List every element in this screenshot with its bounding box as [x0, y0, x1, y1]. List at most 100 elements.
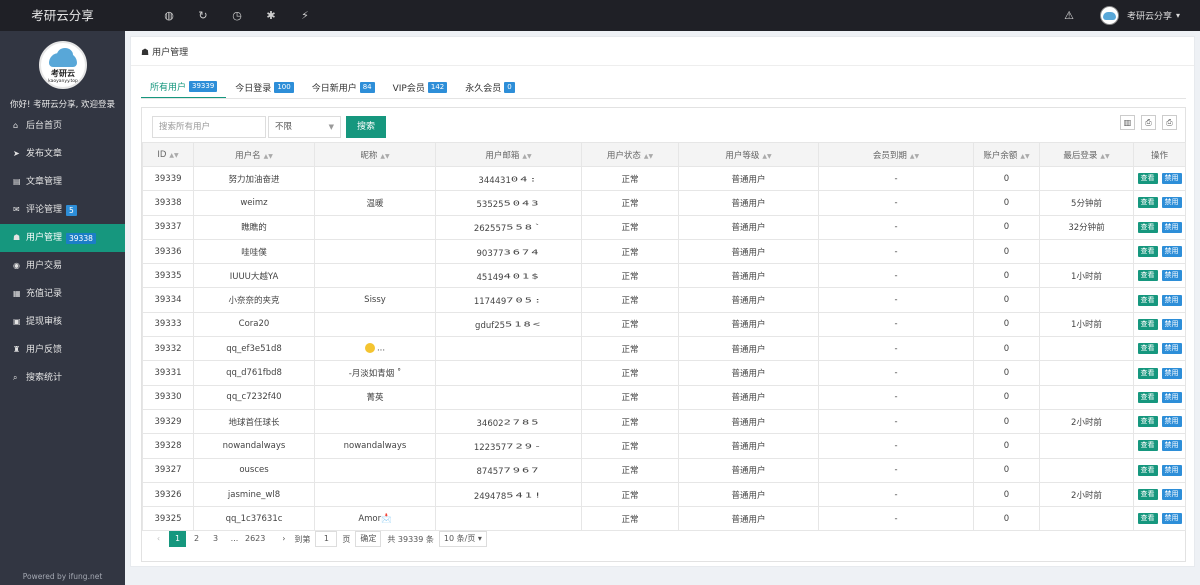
- table-row: 39329 地球首任球长 346022785 正常 普通用户 - 0 2小时前 查看 禁用: [142, 408, 1186, 435]
- page-1[interactable]: 1: [169, 531, 186, 547]
- view-button[interactable]: 查看: [1137, 391, 1158, 403]
- view-button[interactable]: 查看: [1137, 318, 1158, 330]
- sort-icon[interactable]: ▲▼: [910, 153, 919, 160]
- column-header[interactable]: 操作: [1133, 142, 1186, 167]
- view-button[interactable]: 查看: [1137, 489, 1158, 500]
- view-button[interactable]: 查看: [1137, 197, 1158, 209]
- sort-icon[interactable]: ▲▼: [1020, 153, 1029, 160]
- main-panel: ☗ 用户管理 所有用户 39339 今日登录 100 今日新用户 84 VIP会员 142 永久会…: [130, 36, 1195, 567]
- view-button[interactable]: 查看: [1137, 343, 1158, 355]
- view-button[interactable]: 查看: [1137, 246, 1158, 258]
- view-button[interactable]: 查看: [1137, 416, 1158, 428]
- ban-button[interactable]: 禁用: [1161, 489, 1182, 500]
- sidebar-item-2[interactable]: ▤ 文章管理: [0, 168, 125, 196]
- sidebar-item-1[interactable]: ➤ 发布文章: [0, 140, 125, 168]
- tab-1[interactable]: 今日登录 100: [226, 75, 302, 99]
- sort-icon[interactable]: ▲▼: [380, 153, 389, 160]
- globe-icon[interactable]: ◍: [152, 0, 186, 31]
- view-button[interactable]: 查看: [1137, 440, 1158, 452]
- tab-0[interactable]: 所有用户 39339: [141, 75, 227, 99]
- column-header[interactable]: 昵称 ▲▼: [314, 142, 436, 167]
- ban-button[interactable]: 禁用: [1161, 343, 1182, 355]
- cell-text: 普通用户: [731, 320, 766, 331]
- columns-icon[interactable]: ▥: [1120, 115, 1135, 130]
- sort-icon[interactable]: ▲▼: [264, 153, 273, 160]
- sidebar-item-4[interactable]: ☗ 用户管理 39338: [0, 224, 125, 252]
- sidebar-item-7[interactable]: ▣ 提现审核: [0, 308, 125, 336]
- goto-page-input[interactable]: 1: [315, 531, 338, 547]
- sidebar-item-9[interactable]: ⌕ 搜索统计: [0, 364, 125, 392]
- column-header[interactable]: 用户状态 ▲▼: [581, 142, 679, 167]
- filter-select[interactable]: 不限 ▼: [268, 116, 341, 138]
- view-button[interactable]: 查看: [1137, 221, 1158, 233]
- search-input[interactable]: 搜索所有用户: [152, 116, 266, 138]
- cell-text: -: [894, 270, 898, 281]
- column-header[interactable]: 最后登录 ▲▼: [1039, 142, 1134, 167]
- prev-page-button[interactable]: ‹: [150, 531, 167, 547]
- ban-button[interactable]: 禁用: [1161, 367, 1182, 379]
- powered-by[interactable]: Powered by ifung.net: [0, 572, 125, 581]
- column-header[interactable]: 账户余额 ▲▼: [973, 142, 1040, 167]
- search-button[interactable]: 搜索: [346, 116, 386, 138]
- ban-button[interactable]: 禁用: [1161, 440, 1182, 452]
- sidebar-item-5[interactable]: ◉ 用户交易: [0, 252, 125, 280]
- export-icon[interactable]: ⎙: [1141, 115, 1156, 130]
- column-header[interactable]: 用户邮箱 ▲▼: [435, 142, 582, 167]
- column-header[interactable]: 会员到期 ▲▼: [818, 142, 974, 167]
- sort-icon[interactable]: ▲▼: [169, 152, 178, 159]
- page-size-select[interactable]: 10 条/页 ▾: [438, 531, 487, 547]
- next-page-button[interactable]: ›: [275, 531, 292, 547]
- view-button[interactable]: 查看: [1137, 367, 1158, 379]
- ban-button[interactable]: 禁用: [1161, 416, 1182, 428]
- sidebar-item-3[interactable]: ✉ 评论管理 5: [0, 196, 125, 224]
- user-menu[interactable]: ⚠ 考研云分享 ▾: [1064, 0, 1180, 31]
- brand-title[interactable]: 考研云分享: [0, 0, 125, 31]
- tab-4[interactable]: 永久会员 0: [456, 75, 523, 99]
- settings-icon[interactable]: ✱: [254, 0, 288, 31]
- ban-button[interactable]: 禁用: [1161, 246, 1182, 258]
- sort-icon[interactable]: ▲▼: [762, 153, 771, 160]
- column-header[interactable]: ID ▲▼: [142, 142, 194, 167]
- column-header[interactable]: 用户名 ▲▼: [193, 142, 315, 167]
- view-button[interactable]: 查看: [1137, 173, 1158, 185]
- sidebar-item-6[interactable]: ▦ 充值记录: [0, 280, 125, 308]
- ban-button[interactable]: 禁用: [1161, 294, 1182, 306]
- view-button[interactable]: 查看: [1137, 464, 1158, 476]
- ban-button[interactable]: 禁用: [1161, 464, 1182, 476]
- cell-text: 正常: [621, 393, 639, 404]
- ban-button[interactable]: 禁用: [1161, 318, 1182, 330]
- view-button[interactable]: 查看: [1137, 270, 1158, 282]
- cell-username: 哇哇僕: [193, 238, 315, 265]
- warning-icon[interactable]: ⚠: [1064, 9, 1074, 22]
- refresh-icon[interactable]: ↻: [186, 0, 220, 31]
- confirm-button[interactable]: 确定: [355, 531, 382, 547]
- page-3[interactable]: 3: [207, 531, 224, 547]
- cell-username: IUUU大越YA: [193, 263, 315, 289]
- plug-icon[interactable]: ⚡: [288, 0, 322, 31]
- cell-text: 0: [1003, 465, 1010, 476]
- tab-3[interactable]: VIP会员 142: [384, 75, 457, 99]
- chevron-down-icon[interactable]: ▾: [1176, 11, 1180, 20]
- column-header[interactable]: 用户等级 ▲▼: [678, 142, 819, 167]
- ban-button[interactable]: 禁用: [1161, 173, 1182, 185]
- view-button[interactable]: 查看: [1137, 513, 1158, 525]
- dashboard-icon[interactable]: ◷: [220, 0, 254, 31]
- sidebar-item-8[interactable]: ♜ 用户反馈: [0, 336, 125, 364]
- view-button[interactable]: 查看: [1137, 294, 1158, 306]
- print-icon[interactable]: ⎙: [1162, 115, 1177, 130]
- user-name[interactable]: 考研云分享: [1127, 9, 1172, 22]
- ban-button[interactable]: 禁用: [1161, 391, 1182, 403]
- sort-icon[interactable]: ▲▼: [1100, 153, 1109, 160]
- ban-button[interactable]: 禁用: [1161, 513, 1182, 525]
- ban-button[interactable]: 禁用: [1161, 270, 1182, 282]
- page-last[interactable]: 2623: [245, 531, 265, 547]
- ban-button[interactable]: 禁用: [1161, 197, 1182, 209]
- tab-2[interactable]: 今日新用户 84: [303, 75, 384, 99]
- sort-icon[interactable]: ▲▼: [644, 153, 653, 160]
- avatar[interactable]: [1099, 6, 1119, 25]
- sidebar-item-0[interactable]: ⌂ 后台首页: [0, 112, 125, 140]
- ban-button[interactable]: 禁用: [1161, 221, 1182, 233]
- sort-icon[interactable]: ▲▼: [522, 153, 531, 160]
- page-2[interactable]: 2: [188, 531, 205, 547]
- cell-level: 普通用户: [678, 214, 819, 240]
